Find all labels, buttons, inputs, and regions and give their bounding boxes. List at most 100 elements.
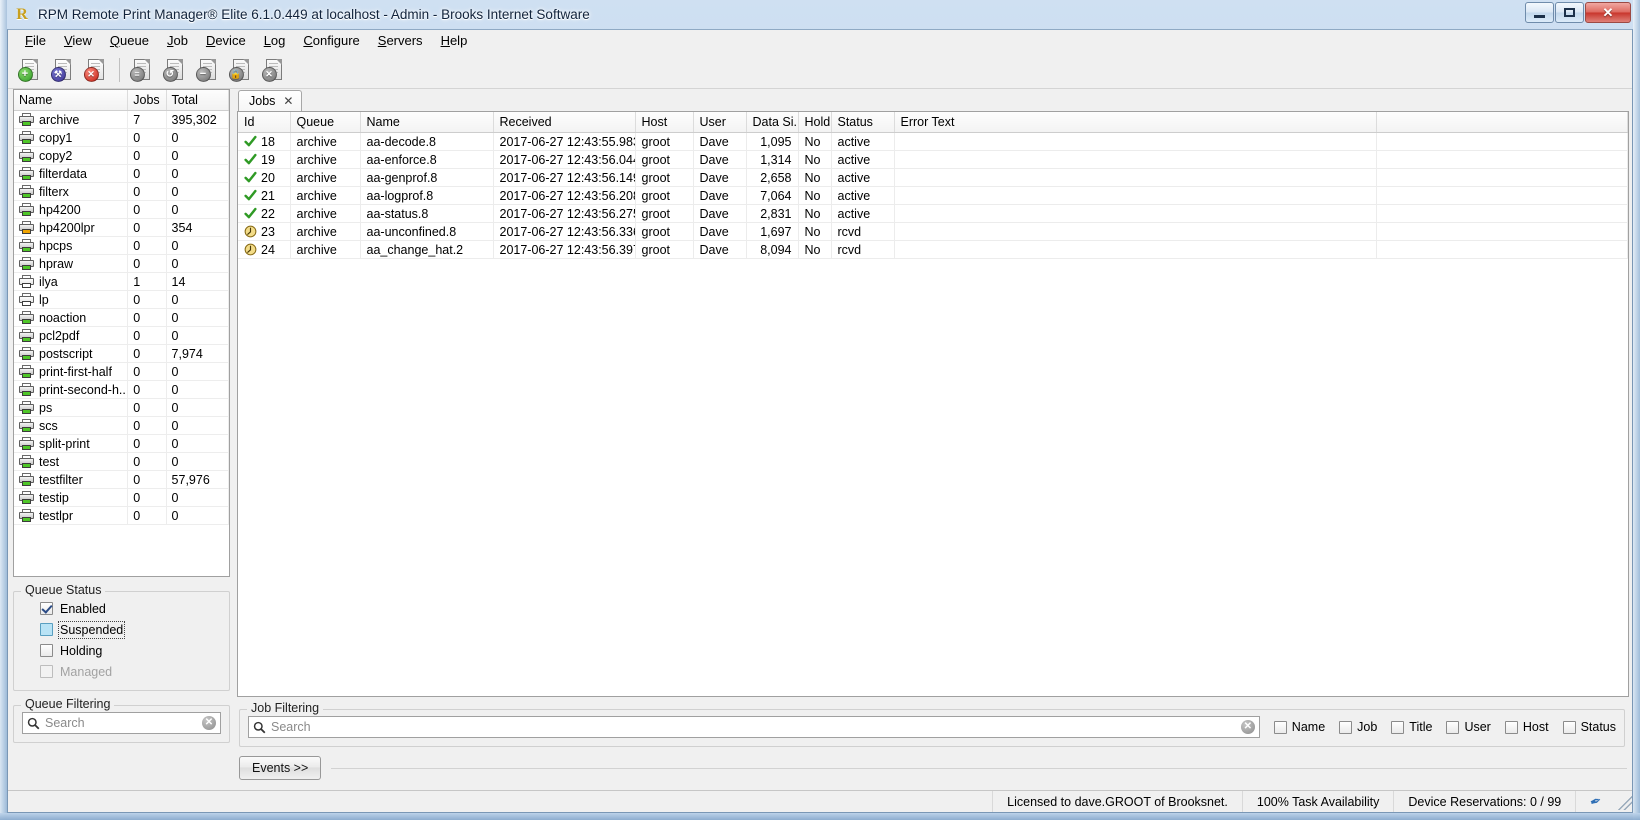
toolbar-hold-queue-button[interactable]: 🔒 (225, 55, 256, 86)
menu-servers[interactable]: Servers (369, 31, 432, 50)
tab-close-icon[interactable]: ✕ (283, 94, 293, 108)
menu-view[interactable]: View (55, 31, 101, 50)
jobs-table-row[interactable]: 23 archive aa-unconfined.8 2017-06-27 12:43… (238, 222, 1628, 241)
toolbar-queue-properties-button[interactable]: ≡ (126, 55, 157, 86)
job-id-cell[interactable]: 23 (238, 222, 291, 241)
job-search-input[interactable]: Search (271, 720, 1236, 734)
queue-row-name[interactable]: testip (14, 488, 129, 507)
queue-row-name[interactable]: noaction (14, 308, 129, 327)
queue-row-name[interactable]: hp4200 (14, 200, 129, 219)
job-filter-title[interactable]: Title (1391, 720, 1432, 734)
job-filter-job[interactable]: Job (1339, 720, 1377, 734)
queue-row[interactable]: testip 0 0 (14, 488, 229, 507)
checkbox-icon[interactable] (1562, 720, 1576, 734)
menu-job[interactable]: Job (158, 31, 197, 50)
jobs-col-errortext[interactable]: Error Text (894, 112, 1377, 133)
queue-row-name[interactable]: copy2 (14, 146, 129, 165)
queue-row-name[interactable]: hp4200lpr (14, 218, 129, 237)
jobs-col-spacer[interactable] (1376, 112, 1628, 133)
jobs-col-hold[interactable]: Hold (798, 112, 832, 133)
queue-row[interactable]: hpraw 0 0 (14, 254, 229, 273)
queue-row[interactable]: print-second-h... 0 0 (14, 380, 229, 399)
menu-queue[interactable]: Queue (101, 31, 158, 50)
maximize-button[interactable] (1555, 2, 1584, 23)
queue-row-name[interactable]: testfilter (14, 470, 129, 489)
menu-help[interactable]: Help (432, 31, 477, 50)
jobs-table-row[interactable]: 21 archive aa-logprof.8 2017-06-27 12:43:56… (238, 186, 1628, 205)
queue-row[interactable]: filterx 0 0 (14, 182, 229, 201)
queue-search-box[interactable]: Search ✕ (22, 712, 221, 734)
job-id-cell[interactable]: 22 (238, 204, 291, 223)
queue-row-name[interactable]: ps (14, 398, 129, 417)
jobs-col-user[interactable]: User (693, 112, 747, 133)
queue-search-input[interactable]: Search (45, 716, 197, 730)
minimize-button[interactable] (1525, 2, 1554, 23)
job-id-cell[interactable]: 24 (238, 240, 291, 259)
job-id-cell[interactable]: 18 (238, 132, 291, 151)
queue-row[interactable]: hp4200lpr 0 354 (14, 218, 229, 237)
queue-row[interactable]: hpcps 0 0 (14, 236, 229, 255)
jobs-table-row[interactable]: 20 archive aa-genprof.8 2017-06-27 12:43:56… (238, 168, 1628, 187)
queue-row[interactable]: print-first-half 0 0 (14, 362, 229, 381)
jobs-table-row[interactable]: 18 archive aa-decode.8 2017-06-27 12:43:55.… (238, 132, 1628, 151)
queue-row-name[interactable]: hpcps (14, 236, 129, 255)
title-bar[interactable]: R RPM Remote Print Manager® Elite 6.1.0.… (7, 0, 1633, 29)
menu-configure[interactable]: Configure (294, 31, 368, 50)
queue-row-name[interactable]: copy1 (14, 128, 129, 147)
queue-row[interactable]: filterdata 0 0 (14, 164, 229, 183)
queue-row-name[interactable]: print-first-half (14, 362, 129, 381)
checkbox-icon[interactable] (40, 644, 53, 657)
queue-row-name[interactable]: filterx (14, 182, 129, 201)
queue-col-name[interactable]: Name (14, 90, 129, 111)
queue-table[interactable]: Name Jobs Total archive 7 395,302 copy1 0 0 co… (13, 89, 230, 577)
checkbox-icon[interactable] (1273, 720, 1287, 734)
checkbox-icon[interactable] (40, 602, 53, 615)
queue-row[interactable]: test 0 0 (14, 452, 229, 471)
jobs-table-row[interactable]: 24 archive aa_change_hat.2 2017-06-27 12:43… (238, 240, 1628, 259)
queue-row-name[interactable]: postscript (14, 344, 129, 363)
queue-row-name[interactable]: filterdata (14, 164, 129, 183)
checkbox-icon[interactable] (1339, 720, 1353, 734)
queue-status-holding[interactable]: Holding (22, 640, 221, 661)
job-filter-name[interactable]: Name (1273, 720, 1325, 734)
jobs-table-row[interactable]: 19 archive aa-enforce.8 2017-06-27 12:43:56… (238, 150, 1628, 169)
queue-row-name[interactable]: pcl2pdf (14, 326, 129, 345)
checkbox-icon[interactable] (40, 623, 53, 636)
job-filter-host[interactable]: Host (1504, 720, 1549, 734)
checkbox-icon[interactable] (1504, 720, 1518, 734)
queue-row[interactable]: postscript 0 7,974 (14, 344, 229, 363)
queue-col-jobs[interactable]: Jobs (127, 90, 167, 111)
queue-row[interactable]: split-print 0 0 (14, 434, 229, 453)
queue-row[interactable]: copy2 0 0 (14, 146, 229, 165)
queue-row[interactable]: pcl2pdf 0 0 (14, 326, 229, 345)
toolbar-pause-queue-button[interactable]: − (192, 55, 223, 86)
toolbar-restart-queue-button[interactable]: ↺ (159, 55, 190, 86)
checkbox-icon[interactable] (1391, 720, 1405, 734)
jobs-col-status[interactable]: Status (831, 112, 895, 133)
toolbar-cancel-job-button[interactable]: ✕ (258, 55, 289, 86)
queue-row[interactable]: copy1 0 0 (14, 128, 229, 147)
clear-icon[interactable]: ✕ (202, 716, 216, 730)
queue-status-suspended[interactable]: Suspended (22, 619, 221, 640)
jobs-col-id[interactable]: Id (238, 112, 291, 133)
queue-row-name[interactable]: ilya (14, 272, 129, 291)
queue-row-name[interactable]: testlpr (14, 506, 129, 525)
job-id-cell[interactable]: 19 (238, 150, 291, 169)
resize-grip[interactable] (1616, 793, 1632, 810)
queue-row[interactable]: ilya 1 14 (14, 272, 229, 291)
jobs-col-host[interactable]: Host (635, 112, 694, 133)
toolbar-new-queue-button[interactable]: + (14, 55, 45, 86)
jobs-col-queue[interactable]: Queue (290, 112, 361, 133)
toolbar-delete-queue-button[interactable]: ✕ (80, 55, 111, 86)
queue-status-enabled[interactable]: Enabled (22, 598, 221, 619)
queue-row-name[interactable]: archive (14, 110, 129, 129)
queue-row[interactable]: scs 0 0 (14, 416, 229, 435)
job-filter-status[interactable]: Status (1562, 720, 1616, 734)
jobs-table[interactable]: Id Queue Name Received Host User Data Si… (237, 111, 1629, 697)
queue-row-name[interactable]: scs (14, 416, 129, 435)
close-button[interactable]: ✕ (1585, 2, 1631, 23)
queue-row[interactable]: noaction 0 0 (14, 308, 229, 327)
queue-row[interactable]: archive 7 395,302 (14, 110, 229, 129)
toolbar-configure-queue-button[interactable]: ⚒ (47, 55, 78, 86)
menu-log[interactable]: Log (255, 31, 295, 50)
